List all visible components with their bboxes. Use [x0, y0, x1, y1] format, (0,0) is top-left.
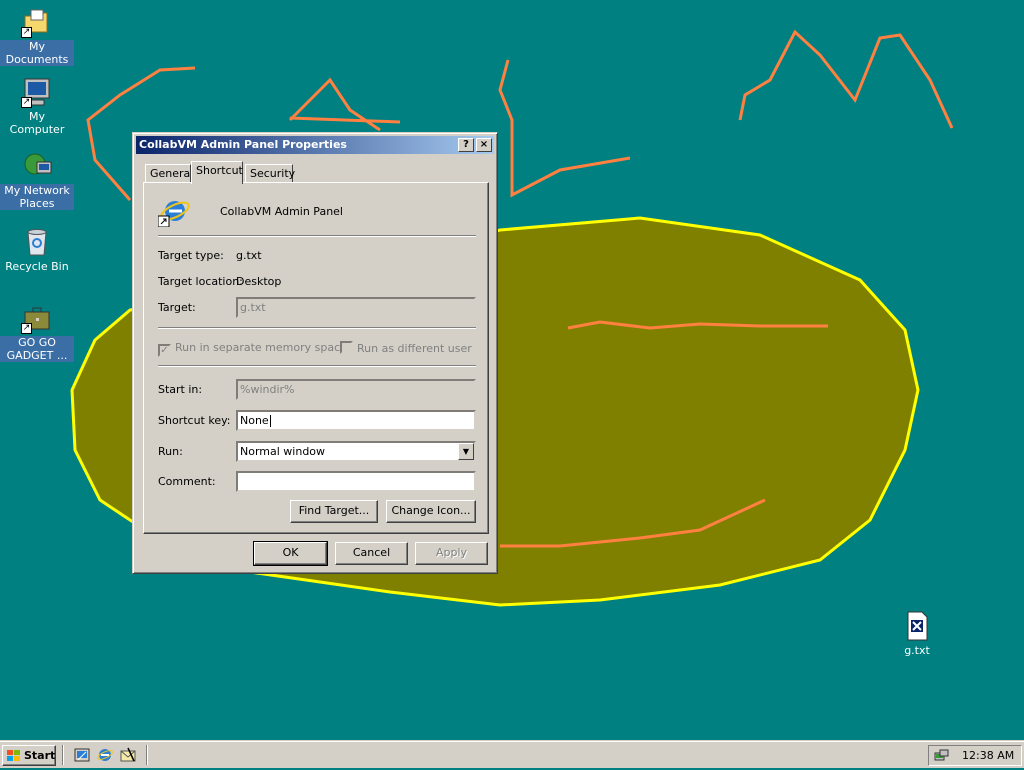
desktop-icon-label: g.txt	[904, 644, 930, 657]
properties-dialog: CollabVM Admin Panel Properties ? × Gene…	[132, 132, 498, 574]
divider	[158, 327, 476, 329]
windows-logo-icon	[6, 749, 22, 763]
scribble-4	[738, 29, 954, 129]
taskbar: Start 12:38 AM	[0, 740, 1024, 768]
system-tray: 12:38 AM	[928, 745, 1022, 766]
tab-general[interactable]: General	[145, 164, 193, 183]
desktop-icon-label: My Computer	[9, 110, 65, 136]
network-places-icon	[21, 150, 53, 182]
divider	[158, 365, 476, 367]
desktop-icon-label: My Documents	[0, 40, 74, 66]
shortcut-key-label: Shortcut key:	[158, 414, 231, 427]
start-in-label: Start in:	[158, 383, 203, 396]
change-icon-button[interactable]: Change Icon...	[386, 500, 476, 523]
desktop-icon-go-go-gadget[interactable]: ↗ GO GO GADGET ...	[0, 302, 74, 362]
briefcase-shortcut-icon: ↗	[21, 302, 53, 334]
different-user-label: Run as different user	[357, 342, 472, 355]
dialog-title: CollabVM Admin Panel Properties	[139, 138, 347, 151]
text-file-icon	[901, 610, 933, 642]
scribble-3	[498, 59, 631, 198]
run-select[interactable]: Normal window ▼	[236, 441, 476, 462]
taskbar-separator	[146, 745, 148, 765]
comment-label: Comment:	[158, 475, 216, 488]
run-select-value: Normal window	[240, 445, 326, 458]
recycle-bin-icon	[21, 226, 53, 258]
desktop-icon-network-places[interactable]: My Network Places	[0, 150, 74, 210]
desktop-icon-my-computer[interactable]: ↗ My Computer	[0, 76, 74, 136]
tab-shortcut[interactable]: Shortcut	[191, 161, 243, 184]
start-in-field[interactable]: %windir%	[236, 379, 476, 400]
target-type-value: g.txt	[236, 249, 262, 262]
checkmark-icon: ✓	[158, 344, 171, 357]
taskbar-separator	[62, 745, 64, 765]
target-label: Target:	[158, 301, 196, 314]
text-caret	[269, 415, 271, 427]
shortcut-tab-panel: CollabVM Admin Panel Target type: g.txt …	[143, 182, 489, 534]
internet-explorer-shortcut-icon	[157, 195, 190, 228]
comment-field[interactable]	[236, 471, 476, 492]
desktop-icon-g-txt[interactable]: g.txt	[880, 610, 954, 657]
internet-explorer-icon[interactable]	[97, 747, 113, 763]
cancel-button[interactable]: Cancel	[335, 542, 408, 565]
desktop-icon-label: GO GO GADGET ...	[0, 336, 74, 362]
clock[interactable]: 12:38 AM	[962, 746, 1014, 765]
divider	[158, 235, 476, 237]
desktop-icon-label: My Network Places	[0, 184, 74, 210]
dropdown-arrow-icon[interactable]: ▼	[458, 443, 474, 460]
target-location-value: Desktop	[236, 275, 282, 288]
close-button[interactable]: ×	[476, 138, 492, 152]
tab-security[interactable]: Security	[245, 164, 295, 183]
my-computer-icon: ↗	[21, 76, 53, 108]
ok-button[interactable]: OK	[253, 541, 328, 566]
outlook-express-icon[interactable]	[120, 747, 136, 763]
desktop-icon-recycle-bin[interactable]: Recycle Bin	[0, 226, 74, 273]
run-label: Run:	[158, 445, 183, 458]
shortcut-name: CollabVM Admin Panel	[220, 205, 343, 218]
checkbox-empty-icon	[340, 341, 353, 354]
scribble-2	[288, 77, 401, 132]
network-tray-icon[interactable]	[933, 748, 949, 764]
target-field[interactable]: g.txt	[236, 297, 476, 318]
show-desktop-icon[interactable]	[74, 747, 90, 763]
different-user-checkbox[interactable]: Run as different user	[340, 341, 472, 355]
shortcut-key-value: None	[240, 414, 269, 427]
my-documents-folder-icon: ↗	[21, 6, 53, 38]
target-location-label: Target location:	[158, 275, 243, 288]
target-type-label: Target type:	[158, 249, 224, 262]
dialog-titlebar[interactable]: CollabVM Admin Panel Properties ? ×	[136, 136, 494, 154]
find-target-button[interactable]: Find Target...	[290, 500, 378, 523]
desktop-icon-label: Recycle Bin	[5, 260, 69, 273]
desktop-icon-my-documents[interactable]: ↗ My Documents	[0, 6, 74, 66]
shortcut-key-field[interactable]: None	[236, 410, 476, 431]
help-button[interactable]: ?	[458, 138, 474, 152]
apply-button[interactable]: Apply	[415, 542, 488, 565]
separate-memory-checkbox[interactable]: ✓ Run in separate memory space	[158, 341, 347, 357]
start-label: Start	[24, 749, 56, 762]
start-button[interactable]: Start	[2, 745, 56, 766]
separate-memory-label: Run in separate memory space	[175, 341, 347, 354]
